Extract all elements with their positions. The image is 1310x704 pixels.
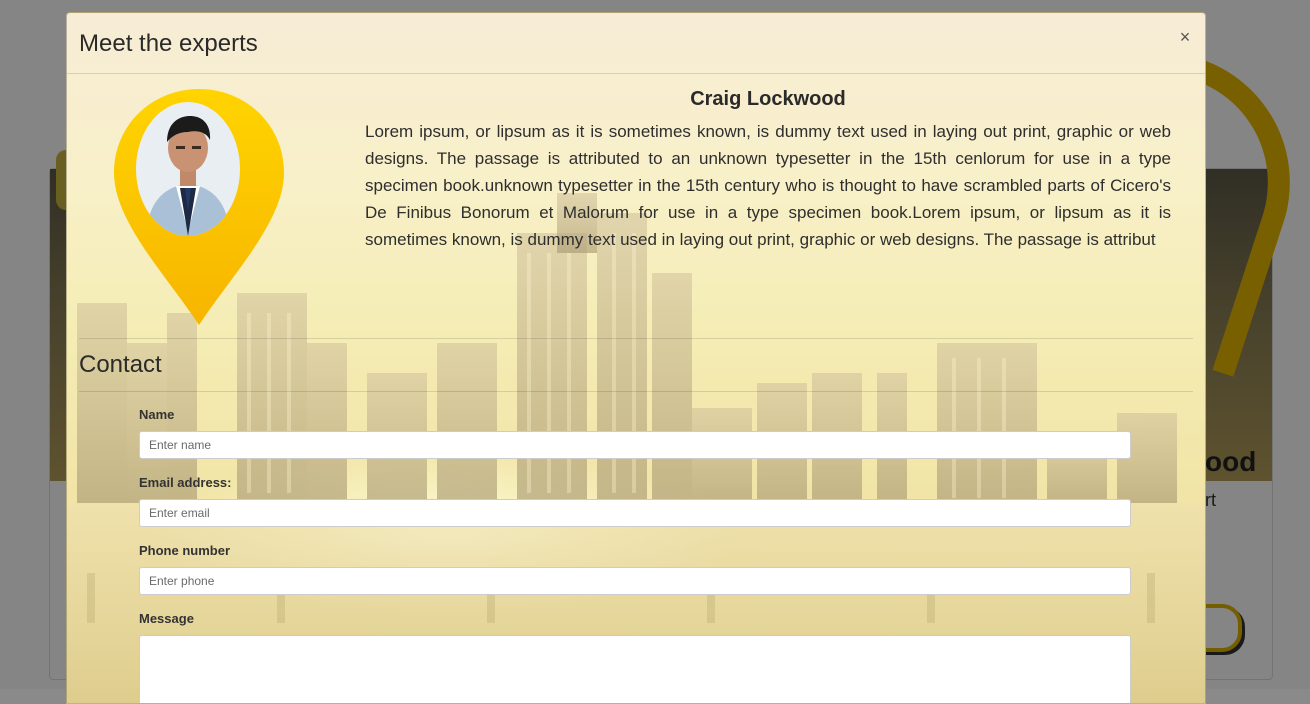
divider-bottom	[79, 391, 1193, 392]
message-textarea[interactable]	[139, 635, 1131, 703]
close-icon: ×	[1179, 27, 1191, 47]
phone-input[interactable]	[139, 567, 1131, 595]
expert-photo	[136, 102, 240, 236]
expert-bio: Lorem ipsum, or lipsum as it is sometime…	[365, 122, 1171, 249]
expert-avatar	[136, 102, 240, 236]
contact-title: Contact	[79, 351, 162, 378]
name-input[interactable]	[139, 431, 1131, 459]
name-label: Name	[139, 407, 175, 422]
email-input[interactable]	[139, 499, 1131, 527]
modal-header: Meet the experts ×	[67, 13, 1205, 74]
message-label: Message	[139, 611, 194, 626]
modal-title: Meet the experts	[79, 30, 258, 57]
phone-label: Phone number	[139, 543, 231, 558]
close-button[interactable]: ×	[1173, 25, 1197, 49]
divider-top	[79, 338, 1193, 339]
expert-modal: Meet the experts × Craig Lockwood Lorem …	[66, 12, 1206, 704]
email-label: Email address:	[139, 475, 232, 490]
expert-name: Craig Lockwood	[690, 88, 846, 110]
